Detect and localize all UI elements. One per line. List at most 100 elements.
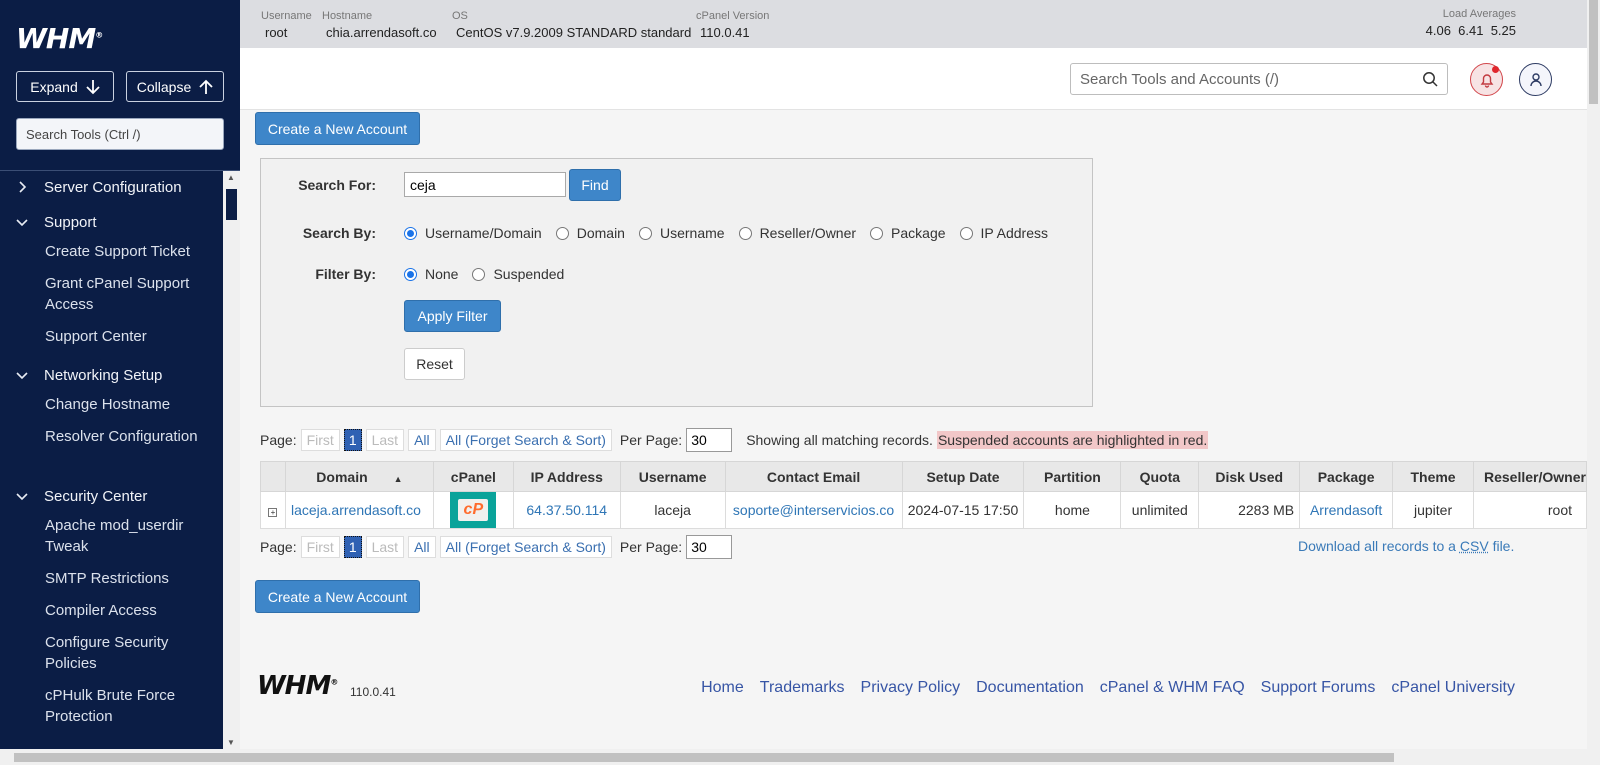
sidebar-scrollbar[interactable]: ▲ ▼ <box>223 171 240 749</box>
scroll-down-arrow-icon[interactable]: ▼ <box>227 738 235 747</box>
per-page-input[interactable] <box>686 428 733 452</box>
page-all-forget[interactable]: All (Forget Search & Sort) <box>439 536 612 558</box>
page-current[interactable]: 1 <box>343 536 362 558</box>
create-account-button-bottom[interactable]: Create a New Account <box>255 580 420 613</box>
sidebar-item-change-hostname[interactable]: Change Hostname <box>45 394 215 415</box>
pagination-bottom: Page: First 1 Last All All (Forget Searc… <box>260 535 733 559</box>
sidebar-item-grant-cpanel-support-access[interactable]: Grant cPanel Support Access <box>45 273 215 315</box>
partition-cell: home <box>1023 491 1122 529</box>
expand-row-toggle[interactable]: + <box>260 491 286 529</box>
sidebar-section-server-configuration[interactable]: Server Configuration <box>0 177 223 197</box>
footer-link-documentation[interactable]: Documentation <box>976 679 1084 697</box>
username-label: Username <box>261 10 312 22</box>
page-all-forget[interactable]: All (Forget Search & Sort) <box>439 429 612 451</box>
contact-email-link[interactable]: soporte@interservicios.co <box>733 502 894 518</box>
radio-reseller-owner[interactable]: Reseller/Owner <box>738 225 856 241</box>
footer-link-privacy-policy[interactable]: Privacy Policy <box>861 679 961 697</box>
apply-filter-button[interactable]: Apply Filter <box>404 300 501 332</box>
page-all[interactable]: All <box>408 429 436 451</box>
radio-label: Package <box>891 225 946 241</box>
column-header-disk-used[interactable]: Disk Used <box>1198 461 1301 492</box>
sidebar-item-resolver-configuration[interactable]: Resolver Configuration <box>45 426 215 447</box>
page-label: Page: <box>260 432 297 448</box>
sidebar-item-smtp-restrictions[interactable]: SMTP Restrictions <box>45 568 215 589</box>
footer: WHM® 110.0.41 Home Trademarks Privacy Po… <box>240 661 1587 711</box>
footer-link-home[interactable]: Home <box>701 679 744 697</box>
disk-used-cell: 2283 MB <box>1198 491 1301 529</box>
column-header-domain[interactable]: Domain ▲ <box>284 461 434 492</box>
column-header-contact-email[interactable]: Contact Email <box>724 461 903 492</box>
email-cell: soporte@interservicios.co <box>724 491 903 529</box>
column-header-cpanel[interactable]: cPanel <box>432 461 514 492</box>
collapse-label: Collapse <box>136 78 192 95</box>
download-csv-link[interactable]: Download all records to a CSV file. <box>1298 538 1514 554</box>
cpanel-version-value: 110.0.41 <box>700 25 750 40</box>
page-current[interactable]: 1 <box>343 429 362 451</box>
footer-link-cpanel-university[interactable]: cPanel University <box>1391 679 1515 697</box>
expand-button[interactable]: Expand <box>16 71 114 102</box>
per-page-input[interactable] <box>686 535 733 559</box>
sidebar-nav: Server Configuration Support Create Supp… <box>0 171 223 749</box>
sidebar-item-compiler-access[interactable]: Compiler Access <box>45 600 215 621</box>
sidebar-item-apache-mod-userdir-tweak[interactable]: Apache mod_userdir Tweak <box>45 515 215 557</box>
package-link[interactable]: Arrendasoft <box>1310 502 1382 518</box>
sidebar-item-cphulk-brute-force-protection[interactable]: cPHulk Brute Force Protection <box>45 685 215 727</box>
column-header-quota[interactable]: Quota <box>1120 461 1200 492</box>
footer-link-trademarks[interactable]: Trademarks <box>760 679 845 697</box>
radio-ip-address[interactable]: IP Address <box>959 225 1048 241</box>
radio-icon <box>738 226 752 240</box>
whm-logo[interactable]: WHM® <box>16 22 103 55</box>
column-header-setup-date[interactable]: Setup Date <box>901 461 1025 492</box>
sidebar-search-input[interactable] <box>16 118 224 150</box>
vertical-scroll-thumb[interactable] <box>1589 0 1598 104</box>
page-horizontal-scrollbar[interactable] <box>0 749 1600 765</box>
page-vertical-scrollbar[interactable] <box>1587 0 1600 749</box>
page-all[interactable]: All <box>408 536 436 558</box>
sidebar-scroll-thumb[interactable] <box>226 189 237 220</box>
footer-links: Home Trademarks Privacy Policy Documenta… <box>701 679 1515 697</box>
radio-username[interactable]: Username <box>638 225 725 241</box>
column-header-username[interactable]: Username <box>619 461 726 492</box>
sidebar-item-create-support-ticket[interactable]: Create Support Ticket <box>45 241 215 262</box>
radio-domain[interactable]: Domain <box>555 225 625 241</box>
sidebar-section-security-center[interactable]: Security Center <box>0 486 223 506</box>
find-button[interactable]: Find <box>569 169 621 201</box>
column-header-ip-address[interactable]: IP Address <box>512 461 621 492</box>
sidebar-section-support[interactable]: Support <box>0 212 223 232</box>
sidebar-section-networking-setup[interactable]: Networking Setup <box>0 365 223 385</box>
radio-username-domain[interactable]: Username/Domain <box>404 225 542 241</box>
column-header-partition[interactable]: Partition <box>1023 461 1122 492</box>
column-header-theme[interactable]: Theme <box>1392 461 1474 492</box>
search-by-label: Search By: <box>302 225 376 241</box>
tools-accounts-search-input[interactable] <box>1070 63 1448 95</box>
horizontal-scroll-thumb[interactable] <box>14 753 1394 762</box>
radio-filter-none[interactable]: None <box>404 266 458 282</box>
sidebar-item-configure-security-policies[interactable]: Configure Security Policies <box>45 632 215 674</box>
column-header-reseller-owner[interactable]: Reseller/Owner <box>1472 461 1588 492</box>
domain-link[interactable]: laceja.arrendasoft.co <box>291 502 421 518</box>
collapse-button[interactable]: Collapse <box>126 71 224 102</box>
cpanel-login-icon[interactable]: cP <box>450 492 497 528</box>
per-page-label: Per Page: <box>619 432 683 448</box>
radio-icon <box>404 267 417 281</box>
footer-link-support-forums[interactable]: Support Forums <box>1261 679 1376 697</box>
search-for-input[interactable] <box>404 172 566 197</box>
radio-icon <box>638 226 652 240</box>
notifications-button[interactable] <box>1470 63 1503 96</box>
ip-address-link[interactable]: 64.37.50.114 <box>526 502 607 518</box>
reset-button[interactable]: Reset <box>404 348 465 380</box>
per-page-label: Per Page: <box>619 539 683 555</box>
search-by-options: Username/Domain Domain Username Reseller… <box>404 225 1062 241</box>
download-prefix: Download all records to a <box>1298 538 1456 554</box>
search-icon[interactable] <box>1422 71 1438 87</box>
user-menu-button[interactable] <box>1519 63 1552 96</box>
os-info: OS CentOS v7.9.2009 STANDARD standard <box>452 10 691 40</box>
scroll-up-arrow-icon[interactable]: ▲ <box>227 173 235 182</box>
footer-link-faq[interactable]: cPanel & WHM FAQ <box>1100 679 1245 697</box>
create-account-button-top[interactable]: Create a New Account <box>255 112 420 145</box>
radio-filter-suspended[interactable]: Suspended <box>472 266 564 282</box>
sidebar-item-support-center[interactable]: Support Center <box>45 326 215 347</box>
radio-package[interactable]: Package <box>870 225 946 241</box>
package-cell: Arrendasoft <box>1299 491 1394 529</box>
column-header-package[interactable]: Package <box>1299 461 1394 492</box>
